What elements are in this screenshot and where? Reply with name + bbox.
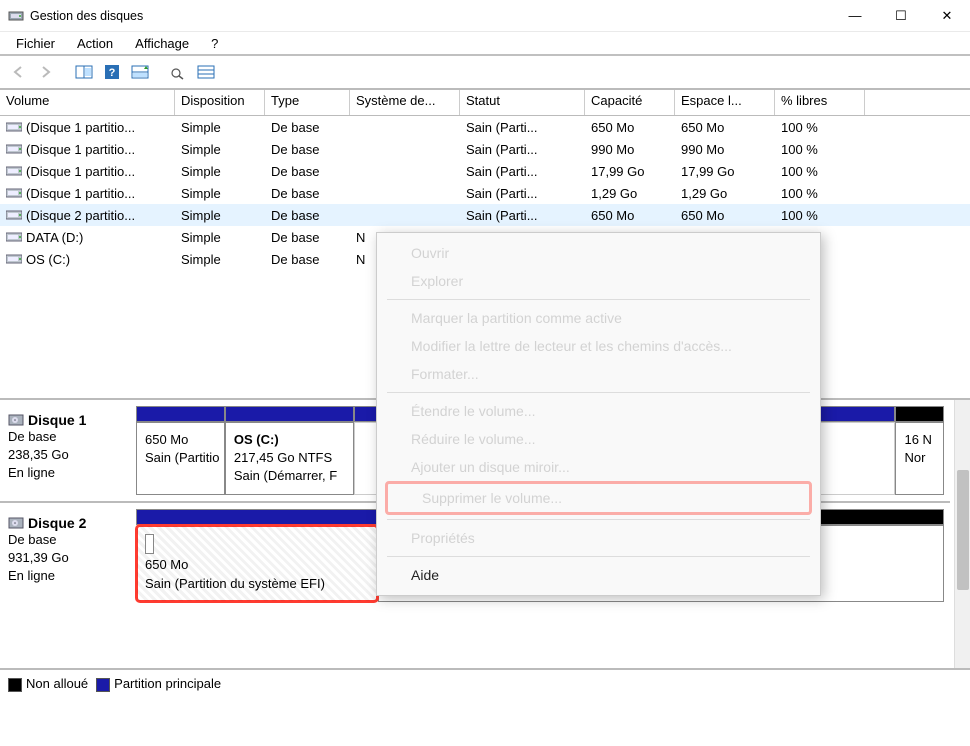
close-button[interactable]: ✕ xyxy=(924,0,970,31)
context-menu-separator xyxy=(387,556,810,557)
volume-icon xyxy=(6,253,22,265)
partition-box[interactable]: OS (C:)217,45 Go NTFSSain (Démarrer, F xyxy=(225,422,354,495)
volume-row[interactable]: (Disque 1 partitio...SimpleDe baseSain (… xyxy=(0,116,970,138)
menu-action[interactable]: Action xyxy=(67,34,123,53)
volume-row[interactable]: (Disque 1 partitio...SimpleDe baseSain (… xyxy=(0,138,970,160)
svg-text:?: ? xyxy=(109,67,116,79)
col-volume[interactable]: Volume xyxy=(0,90,175,115)
color-segment xyxy=(136,406,225,422)
nav-back-button[interactable] xyxy=(6,60,30,84)
col-statut[interactable]: Statut xyxy=(460,90,585,115)
volume-icon xyxy=(6,187,22,199)
context-menu-item[interactable]: Modifier la lettre de lecteur et les che… xyxy=(377,332,820,360)
legend: Non alloué Partition principale xyxy=(0,670,970,698)
context-menu-item[interactable]: Supprimer le volume... xyxy=(385,481,812,515)
scrollbar-thumb[interactable] xyxy=(957,470,969,590)
color-segment xyxy=(225,406,354,422)
maximize-button[interactable]: ☐ xyxy=(878,0,924,31)
menu-help[interactable]: ? xyxy=(201,34,228,53)
col-capacite[interactable]: Capacité xyxy=(585,90,675,115)
context-menu-item[interactable]: Ajouter un disque miroir... xyxy=(377,453,820,481)
menu-fichier[interactable]: Fichier xyxy=(6,34,65,53)
col-pct-libres[interactable]: % libres xyxy=(775,90,865,115)
context-menu-item[interactable]: Aide xyxy=(377,561,820,589)
context-menu-item[interactable]: Ouvrir xyxy=(377,239,820,267)
context-menu-item[interactable]: Propriétés xyxy=(377,524,820,552)
color-segment xyxy=(136,509,378,525)
volume-row[interactable]: (Disque 1 partitio...SimpleDe baseSain (… xyxy=(0,160,970,182)
context-menu-item[interactable]: Marquer la partition comme active xyxy=(377,304,820,332)
volume-icon xyxy=(6,209,22,221)
volume-row[interactable]: (Disque 2 partitio...SimpleDe baseSain (… xyxy=(0,204,970,226)
app-icon xyxy=(8,8,24,24)
context-menu-separator xyxy=(387,392,810,393)
context-menu-item[interactable]: Étendre le volume... xyxy=(377,397,820,425)
refresh-button[interactable] xyxy=(166,60,190,84)
menubar: Fichier Action Affichage ? xyxy=(0,32,970,56)
panel-toggle-button[interactable] xyxy=(72,60,96,84)
col-type[interactable]: Type xyxy=(265,90,350,115)
titlebar: Gestion des disques — ☐ ✕ xyxy=(0,0,970,32)
toolbar: ? xyxy=(0,56,970,90)
panel-layout-button[interactable] xyxy=(128,60,152,84)
vertical-scrollbar[interactable] xyxy=(954,400,970,668)
context-menu-item[interactable]: Réduire le volume... xyxy=(377,425,820,453)
column-headers: Volume Disposition Type Système de... St… xyxy=(0,90,970,116)
help-toolbar-button[interactable]: ? xyxy=(100,60,124,84)
minimize-button[interactable]: — xyxy=(832,0,878,31)
volume-icon xyxy=(6,231,22,243)
window-controls: — ☐ ✕ xyxy=(832,0,970,31)
window-title: Gestion des disques xyxy=(30,9,832,23)
volume-icon xyxy=(6,143,22,155)
context-menu-separator xyxy=(387,299,810,300)
volume-icon xyxy=(6,165,22,177)
col-disposition[interactable]: Disposition xyxy=(175,90,265,115)
context-menu: OuvrirExplorer Marquer la partition comme… xyxy=(376,232,821,596)
partition-box[interactable]: 650 MoSain (Partition du système EFI) xyxy=(136,525,378,602)
disk-label: Disque 1 De base 238,35 Go En ligne xyxy=(6,406,136,495)
volume-row[interactable]: (Disque 1 partitio...SimpleDe baseSain (… xyxy=(0,182,970,204)
context-menu-item[interactable]: Formater... xyxy=(377,360,820,388)
nav-forward-button[interactable] xyxy=(34,60,58,84)
legend-item: Partition principale xyxy=(96,676,221,692)
color-segment xyxy=(895,406,943,422)
menu-affichage[interactable]: Affichage xyxy=(125,34,199,53)
legend-item: Non alloué xyxy=(8,676,88,692)
volume-icon xyxy=(6,121,22,133)
col-espace-libre[interactable]: Espace l... xyxy=(675,90,775,115)
col-systeme[interactable]: Système de... xyxy=(350,90,460,115)
disk-label: Disque 2 De base 931,39 Go En ligne xyxy=(6,509,136,602)
partition-box[interactable]: 650 MoSain (Partitio xyxy=(136,422,225,495)
list-view-button[interactable] xyxy=(194,60,218,84)
context-menu-item[interactable]: Explorer xyxy=(377,267,820,295)
partition-box[interactable]: 16 NNor xyxy=(895,422,943,495)
context-menu-separator xyxy=(387,519,810,520)
